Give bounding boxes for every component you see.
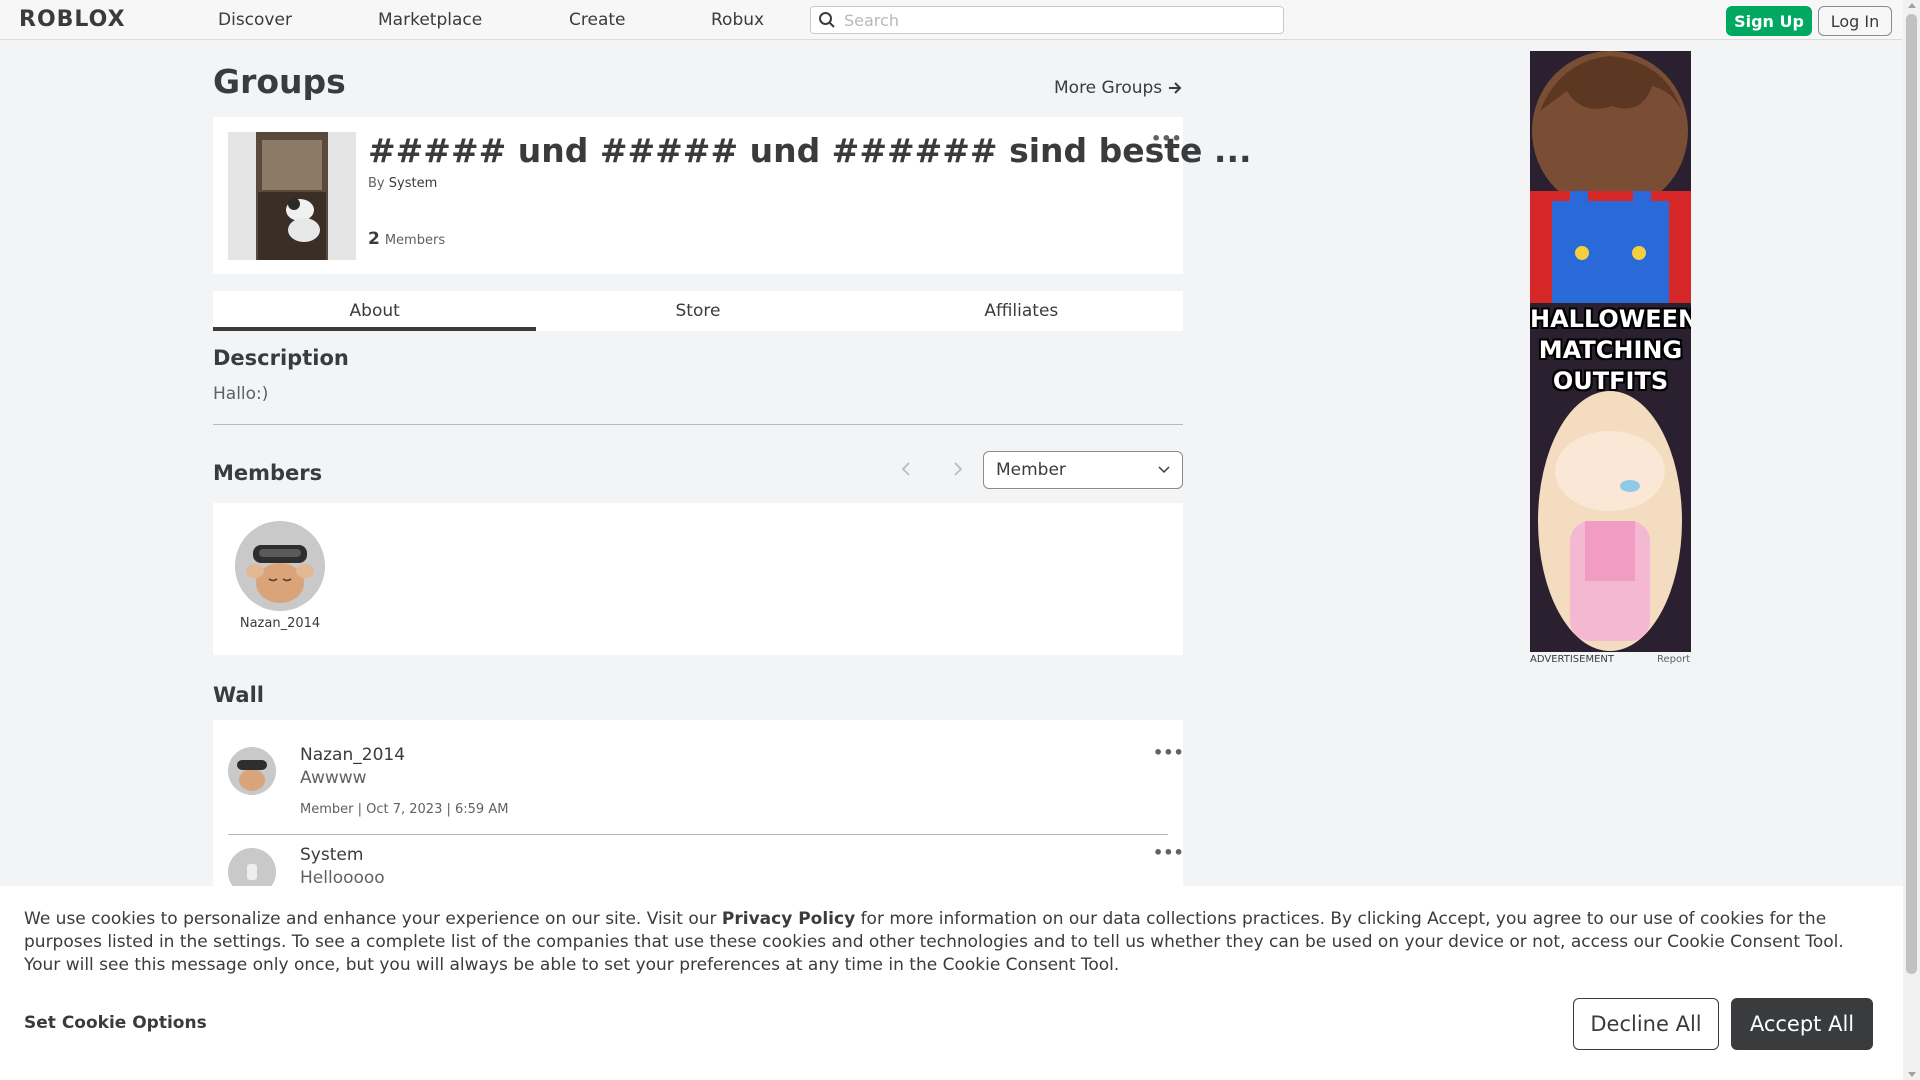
cookie-banner: We use cookies to personalize and enhanc… (0, 886, 1903, 1080)
description-heading: Description (213, 346, 349, 370)
post-author[interactable]: System (300, 845, 363, 865)
group-member-count: 2 Members (368, 229, 445, 249)
group-owner: By System (368, 176, 437, 191)
post-author[interactable]: Nazan_2014 (300, 745, 405, 765)
wall-heading: Wall (213, 683, 264, 707)
page-title: Groups (213, 62, 346, 101)
search-input[interactable] (844, 10, 1264, 30)
more-groups-label: More Groups (1054, 78, 1163, 98)
arrow-right-icon (1169, 82, 1182, 94)
description-text: Hallo:) (213, 384, 269, 404)
post-meta: Member | Oct 7, 2023 | 6:59 AM (300, 802, 509, 817)
members-panel: Nazan_2014 (213, 503, 1183, 655)
ad-label: ADVERTISEMENT (1530, 654, 1615, 665)
login-button[interactable]: Log In (1818, 6, 1892, 36)
cookie-text: We use cookies to personalize and enhanc… (24, 908, 1884, 977)
group-owner-link[interactable]: System (389, 176, 437, 191)
tab-store[interactable]: Store (536, 291, 859, 331)
scroll-up-icon[interactable] (1908, 3, 1916, 8)
group-more-options-icon[interactable]: ••• (1151, 129, 1182, 148)
scroll-thumb[interactable] (1906, 14, 1917, 974)
group-name: ##### und ##### und ###### sind beste ..… (368, 131, 1252, 170)
wall-post: Nazan_2014 Awwww Member | Oct 7, 2023 | … (228, 743, 1183, 837)
nav-create[interactable]: Create (569, 10, 626, 30)
cookie-text-intro: We use cookies to personalize and enhanc… (24, 909, 722, 929)
nav-discover[interactable]: Discover (218, 10, 292, 30)
role-dropdown[interactable]: Member (983, 451, 1183, 489)
post-body: Awwww (300, 768, 367, 788)
avatar[interactable] (228, 747, 276, 795)
divider (228, 834, 1168, 835)
more-groups-link[interactable]: More Groups (1054, 78, 1182, 98)
avatar[interactable] (235, 521, 325, 611)
chevron-right-icon[interactable] (950, 459, 966, 479)
chevron-down-icon (1158, 466, 1170, 474)
advertisement-banner[interactable]: HALLOWEEN MATCHING OUTFITS (1530, 51, 1691, 652)
tab-about[interactable]: About (213, 291, 537, 331)
ad-text: HALLOWEEN MATCHING OUTFITS (1530, 305, 1691, 395)
tab-affiliates[interactable]: Affiliates (860, 291, 1183, 331)
by-label: By (368, 176, 385, 191)
group-header-card: ##### und ##### und ###### sind beste ..… (213, 117, 1252, 274)
wall-panel: Nazan_2014 Awwww Member | Oct 7, 2023 | … (213, 720, 1183, 890)
post-body: Hellooooo (300, 868, 385, 888)
wall-post: System Hellooooo ••• (228, 843, 1183, 890)
members-heading: Members (213, 461, 323, 485)
post-more-options-icon[interactable]: ••• (1153, 743, 1183, 762)
nav-marketplace[interactable]: Marketplace (378, 10, 482, 30)
nav-robux[interactable]: Robux (711, 10, 764, 30)
accept-all-button[interactable]: Accept All (1731, 998, 1873, 1050)
roblox-logo[interactable]: ROBLOX (19, 7, 126, 32)
avatar[interactable] (228, 848, 276, 890)
scroll-down-icon[interactable] (1908, 1072, 1916, 1077)
search-icon (819, 12, 835, 28)
member-count-value: 2 (368, 229, 380, 249)
divider (213, 424, 1183, 425)
chevron-left-icon[interactable] (898, 459, 914, 479)
search-box[interactable] (810, 6, 1284, 34)
ad-report-link[interactable]: Report (1657, 654, 1690, 665)
privacy-policy-link[interactable]: Privacy Policy (722, 909, 855, 929)
set-cookie-options-button[interactable]: Set Cookie Options (24, 1013, 207, 1033)
signup-button[interactable]: Sign Up (1726, 6, 1812, 36)
page-scrollbar[interactable] (1903, 0, 1920, 1080)
role-dropdown-value: Member (996, 460, 1066, 480)
decline-all-button[interactable]: Decline All (1573, 998, 1719, 1050)
group-tabs: About Store Affiliates (213, 291, 1183, 331)
top-nav: ROBLOX Discover Marketplace Create Robux… (0, 0, 1902, 40)
member-name[interactable]: Nazan_2014 (213, 616, 347, 631)
post-more-options-icon[interactable]: ••• (1153, 843, 1183, 862)
member-count-label: Members (384, 233, 446, 248)
group-emblem (228, 132, 356, 260)
